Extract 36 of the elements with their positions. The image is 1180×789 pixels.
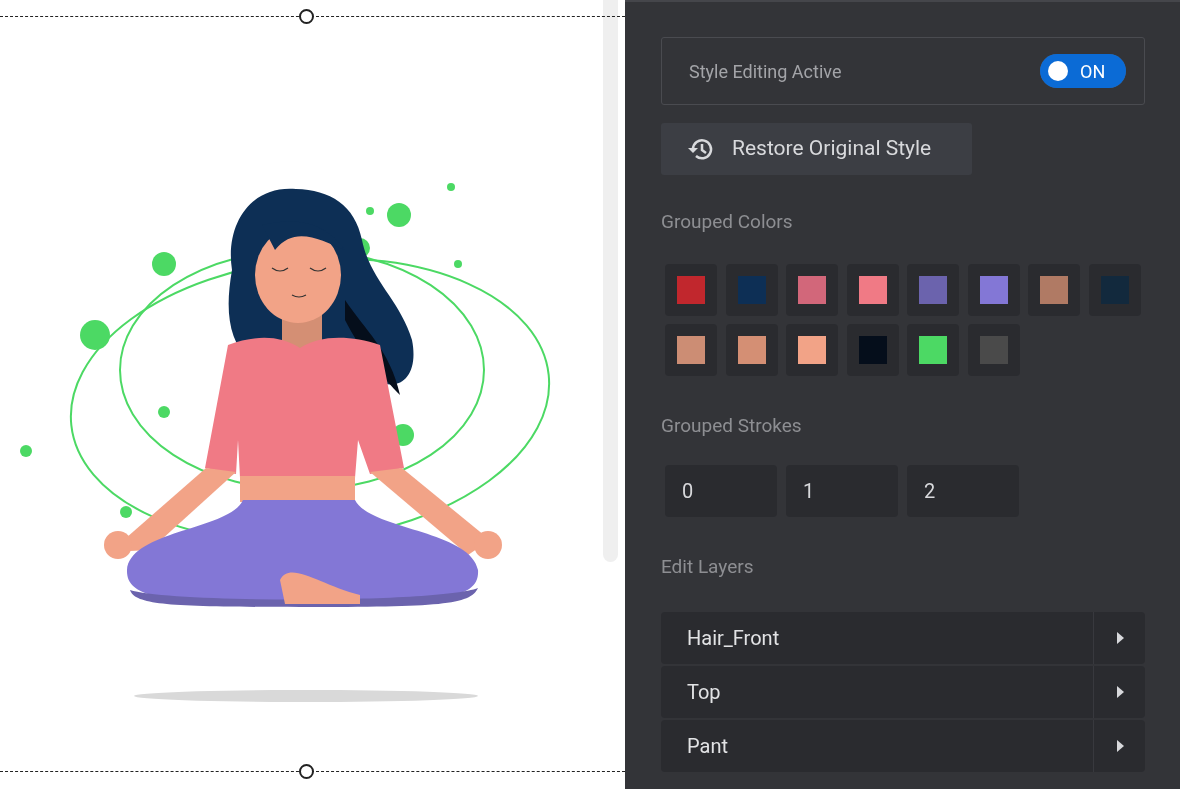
color-swatch-button[interactable]: [725, 263, 778, 316]
stroke-width-field[interactable]: 1: [786, 465, 898, 517]
section-heading: Grouped Colors: [661, 209, 794, 235]
caret-right-icon[interactable]: [1114, 630, 1125, 645]
layer-name: Pant: [686, 732, 729, 760]
color-swatch-button[interactable]: [967, 323, 1020, 376]
caret-right-icon[interactable]: [1114, 684, 1125, 699]
toggle-label: Style Editing Active: [689, 59, 842, 84]
toggle-switch[interactable]: ON: [1040, 54, 1126, 88]
section-heading: Grouped Strokes: [661, 412, 803, 439]
color-swatch-button[interactable]: [1028, 263, 1080, 316]
color-swatch-button[interactable]: [665, 263, 717, 316]
color-swatch-button[interactable]: [907, 263, 959, 316]
resize-handle[interactable]: [299, 764, 314, 779]
layer-row[interactable]: Top: [661, 665, 1145, 718]
color-swatch-button[interactable]: [846, 323, 899, 376]
scrollbar[interactable]: [603, 0, 618, 562]
caret-right-icon[interactable]: [1114, 738, 1125, 753]
stroke-width-field[interactable]: 0: [665, 465, 777, 517]
stroke-width-field[interactable]: 2: [907, 465, 1019, 517]
color-swatch-button[interactable]: [1088, 263, 1141, 316]
history-icon: [687, 136, 715, 162]
restore-button[interactable]: Restore Original Style: [661, 123, 972, 175]
color-swatch-button[interactable]: [786, 323, 838, 376]
color-swatch-button[interactable]: [907, 323, 959, 376]
color-swatch-button[interactable]: [725, 323, 778, 376]
color-swatch-button[interactable]: [846, 263, 899, 316]
color-swatch-button[interactable]: [967, 263, 1020, 316]
layer-name: Top: [686, 678, 722, 706]
section-heading: Edit Layers: [661, 554, 755, 580]
color-swatch-button[interactable]: [665, 323, 717, 376]
layer-row[interactable]: Pant: [661, 719, 1145, 772]
layer-row[interactable]: Hair_Front: [661, 611, 1145, 664]
layer-name: Hair_Front: [686, 624, 781, 652]
resize-handle[interactable]: [299, 9, 314, 24]
color-swatch-button[interactable]: [786, 263, 838, 316]
